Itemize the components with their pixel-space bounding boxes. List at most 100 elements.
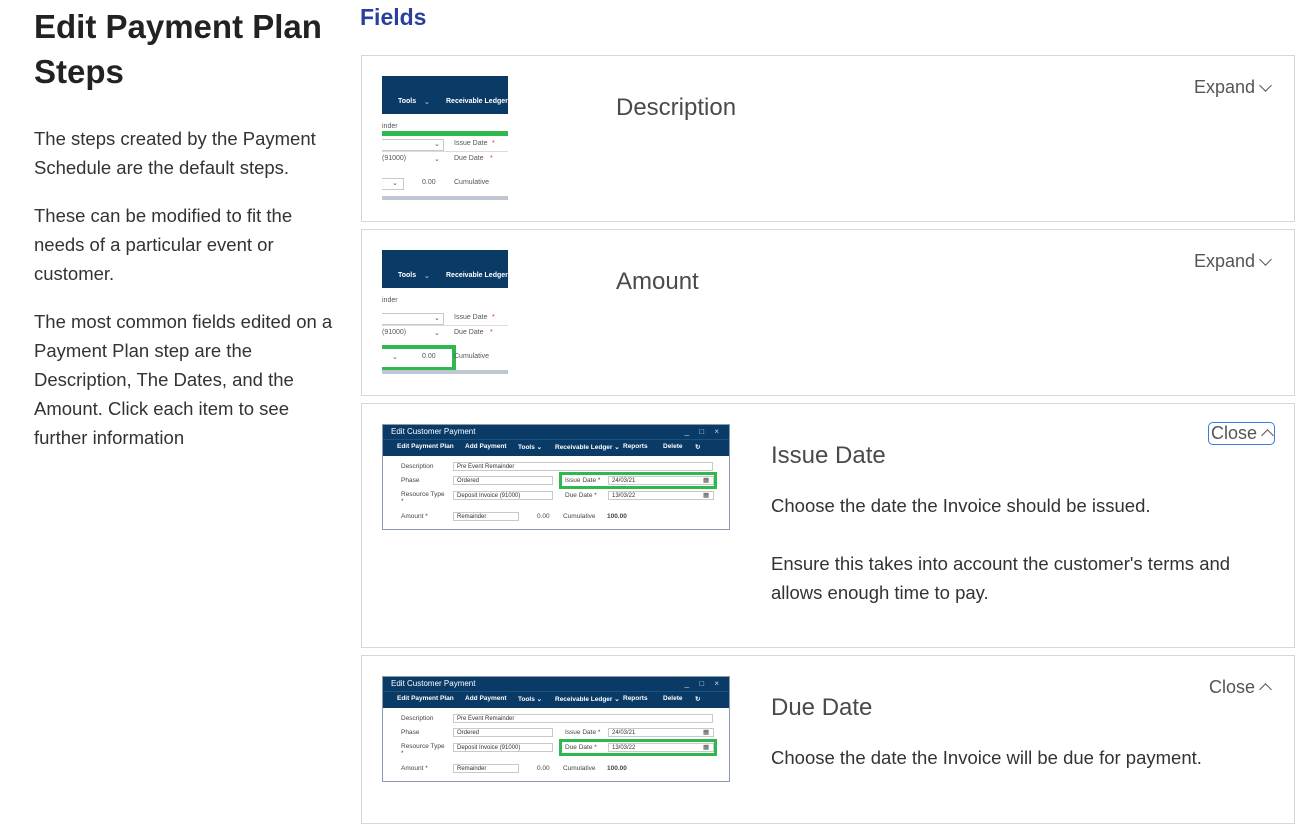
highlight-bar	[382, 131, 508, 136]
thumbnail-label: Issue Date	[454, 314, 488, 321]
toggle-label: Close	[1210, 423, 1257, 443]
thumbnail-input: Deposit Invoice (91000)	[453, 491, 553, 500]
thumbnail-toolbar-item: Receivable Ledger	[446, 272, 508, 279]
thumbnail-toolbar: Tools ⌄ Receivable Ledger	[382, 250, 508, 288]
highlight-box	[559, 739, 717, 756]
thumbnail-footer	[382, 370, 508, 374]
card-description-1: Choose the date the Invoice will be due …	[771, 747, 1202, 768]
thumbnail-footer	[382, 196, 508, 200]
thumbnail-text: 0.00	[537, 513, 550, 520]
intro-paragraph-1: The steps created by the Payment Schedul…	[34, 128, 316, 178]
required-marker: *	[492, 140, 495, 147]
chevron-down-icon: ⌄	[434, 315, 440, 322]
thumbnail-window-title: Edit Customer Payment _ □ ×	[383, 677, 729, 691]
field-card-description: Tools ⌄ Receivable Ledger inder ⌄ Issue …	[361, 55, 1295, 222]
thumbnail-toolbar: Edit Payment Plan Add Payment Tools ⌄ Re…	[383, 691, 729, 708]
thumbnail-input: Pre Event Remainder	[453, 714, 713, 723]
thumbnail-toolbar-item: Tools	[398, 98, 417, 105]
chevron-down-icon: ⌄	[392, 354, 398, 361]
issue-date-thumbnail: Edit Customer Payment _ □ × Edit Payment…	[382, 424, 730, 530]
thumbnail-toolbar-item: Tools ⌄	[518, 444, 543, 451]
expand-button[interactable]: Expand	[1192, 250, 1272, 273]
thumbnail-input: Remainder	[453, 512, 519, 521]
card-description-1: Choose the date the Invoice should be is…	[771, 495, 1151, 516]
thumbnail-label: Due Date	[454, 155, 484, 162]
thumbnail-toolbar-item: Receivable Ledger ⌄	[555, 696, 620, 703]
thumbnail-toolbar-item: Add Payment	[465, 695, 507, 702]
card-title: Due Date	[771, 694, 873, 721]
thumbnail-label: Due Date *	[565, 492, 597, 499]
chevron-down-icon: ⌄	[392, 180, 398, 187]
thumbnail-toolbar-item: Receivable Ledger	[446, 98, 508, 105]
fields-heading: Fields	[360, 4, 427, 30]
chevron-down-icon: ⌄	[434, 141, 440, 148]
chevron-down-icon	[1259, 78, 1272, 92]
thumbnail-window-title-text: Edit Customer Payment	[391, 427, 476, 436]
thumbnail-toolbar-item: Reports	[623, 695, 648, 702]
chevron-down-icon: ⌄	[424, 99, 430, 106]
thumbnail-toolbar-item: Delete	[663, 695, 683, 702]
field-card-issue-date: Edit Customer Payment _ □ × Edit Payment…	[361, 403, 1295, 648]
close-button[interactable]: Close	[1207, 422, 1275, 445]
expand-button[interactable]: Expand	[1192, 76, 1272, 99]
thumbnail-toolbar-item: Delete	[663, 443, 683, 450]
chevron-down-icon: ⌄	[424, 273, 430, 280]
thumbnail-toolbar: Tools ⌄ Receivable Ledger	[382, 76, 508, 114]
thumbnail-toolbar: Edit Payment Plan Add Payment Tools ⌄ Re…	[383, 439, 729, 456]
close-button[interactable]: Close	[1207, 676, 1272, 699]
thumbnail-label: Resource Type *	[401, 743, 445, 757]
thumbnail-divider	[382, 151, 508, 152]
refresh-icon: ↻	[695, 444, 701, 451]
thumbnail-label: Amount *	[401, 513, 428, 520]
thumbnail-toolbar-item: Tools	[398, 272, 417, 279]
thumbnail-label: Cumulative	[454, 353, 490, 360]
refresh-icon: ↻	[695, 696, 701, 703]
window-controls-icon: _ □ ×	[684, 427, 723, 436]
card-title: Issue Date	[771, 442, 886, 469]
thumbnail-label: Cumulative	[454, 179, 490, 186]
thumbnail-input: Deposit Invoice (91000)	[453, 743, 553, 752]
thumbnail-text: 0.00	[537, 765, 550, 772]
calendar-icon: ▦	[703, 729, 710, 736]
card-title: Description	[616, 94, 737, 121]
thumbnail-label: Description	[401, 463, 434, 470]
thumbnail-toolbar-item: Tools ⌄	[518, 696, 543, 703]
required-marker: *	[490, 155, 493, 162]
thumbnail-divider	[382, 325, 508, 326]
thumbnail-window-title: Edit Customer Payment _ □ ×	[383, 425, 729, 439]
required-marker: *	[492, 314, 495, 321]
thumbnail-text: 100.00	[607, 513, 627, 520]
toggle-label: Expand	[1193, 77, 1255, 97]
thumbnail-input: Ordered	[453, 728, 553, 737]
intro-paragraph-3: The most common fields edited on a Payme…	[34, 311, 333, 448]
thumbnail-text: (91000)	[382, 329, 407, 336]
highlight-box	[559, 472, 717, 489]
thumbnail-text: inder	[382, 123, 398, 130]
intro-paragraph-2: These can be modified to fit the needs o…	[34, 205, 293, 284]
thumbnail-input: Remainder	[453, 764, 519, 773]
chevron-down-icon: ⌄	[434, 330, 440, 337]
thumbnail-label: Issue Date *	[565, 729, 601, 736]
page-title: Edit Payment Plan Steps	[34, 8, 322, 90]
thumbnail-toolbar-item: Edit Payment Plan	[397, 695, 454, 702]
description-thumbnail: Tools ⌄ Receivable Ledger inder ⌄ Issue …	[382, 76, 508, 202]
thumbnail-text: inder	[382, 297, 398, 304]
thumbnail-label: Phase	[401, 729, 420, 736]
card-description-2: Ensure this takes into account the custo…	[771, 553, 1231, 603]
thumbnail-text: 0.00	[422, 179, 436, 186]
thumbnail-text: 100.00	[607, 765, 627, 772]
thumbnail-text: (91000)	[382, 155, 407, 162]
thumbnail-label: Amount *	[401, 765, 428, 772]
field-card-due-date: Edit Customer Payment _ □ × Edit Payment…	[361, 655, 1295, 824]
thumbnail-toolbar-item: Add Payment	[465, 443, 507, 450]
thumbnail-label: Issue Date	[454, 140, 488, 147]
thumbnail-toolbar-item: Reports	[623, 443, 648, 450]
thumbnail-label: Cumulative	[563, 765, 596, 772]
required-marker: *	[490, 329, 493, 336]
thumbnail-label: Description	[401, 715, 434, 722]
calendar-icon: ▦	[703, 492, 710, 499]
thumbnail-label: Cumulative	[563, 513, 596, 520]
toggle-label: Expand	[1193, 251, 1255, 271]
chevron-down-icon: ⌄	[434, 156, 440, 163]
chevron-down-icon	[1259, 252, 1272, 266]
